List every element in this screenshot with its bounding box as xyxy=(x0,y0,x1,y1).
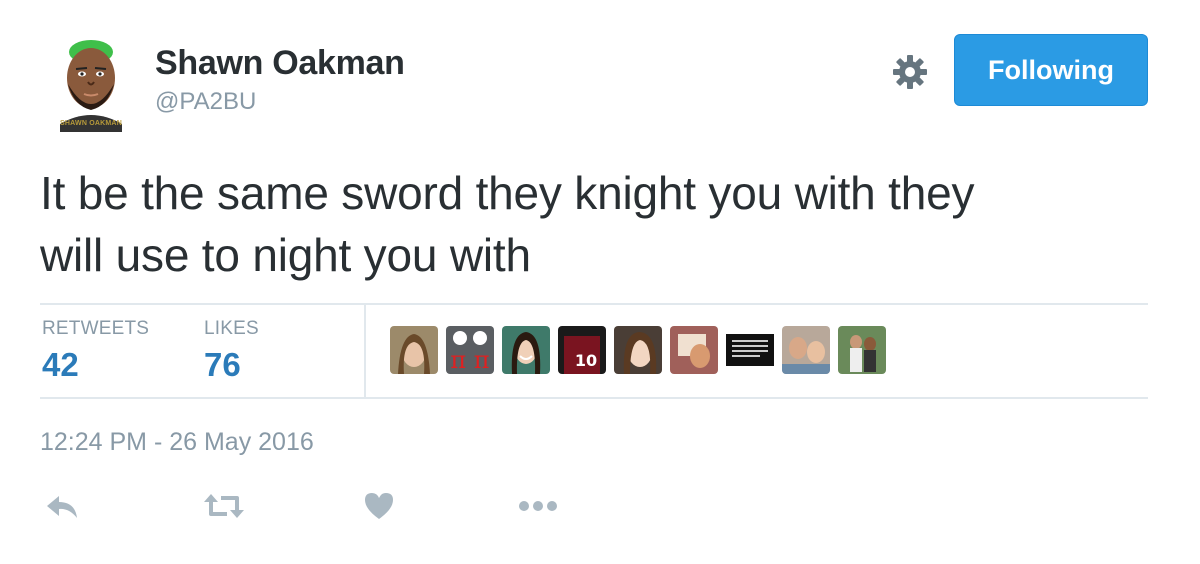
retweets-label: RETWEETS xyxy=(42,318,150,339)
reply-icon[interactable] xyxy=(40,486,84,526)
liker-avatars: π π 10 xyxy=(390,326,886,376)
liker-avatar-7[interactable] xyxy=(726,326,774,374)
liker-avatar-2[interactable]: π π xyxy=(446,326,494,374)
liker-avatar-4-text: 10 xyxy=(575,351,597,370)
likes-count[interactable]: 76 xyxy=(204,346,259,384)
liker-avatar-8[interactable] xyxy=(782,326,830,374)
like-icon[interactable] xyxy=(357,486,401,526)
tweet-text-line-1: It be the same sword they knight you wit… xyxy=(40,167,975,219)
divider xyxy=(40,303,1148,305)
gear-icon[interactable] xyxy=(890,52,930,92)
tweet-timestamp[interactable]: 12:24 PM - 26 May 2016 xyxy=(40,428,314,457)
likes-label: LIKES xyxy=(204,318,259,339)
liker-avatar-9[interactable] xyxy=(838,326,886,374)
liker-avatar-4[interactable]: 10 xyxy=(558,326,606,374)
user-avatar[interactable]: SHAWN OAKMAN xyxy=(46,32,136,132)
user-display-name[interactable]: Shawn Oakman xyxy=(155,44,405,83)
retweet-icon[interactable] xyxy=(202,486,246,526)
avatar-caption: SHAWN OAKMAN xyxy=(60,120,122,127)
divider xyxy=(40,397,1148,399)
liker-avatar-3[interactable] xyxy=(502,326,550,374)
liker-avatar-6[interactable] xyxy=(670,326,718,374)
retweets-count[interactable]: 42 xyxy=(42,346,149,384)
following-button[interactable]: Following xyxy=(954,34,1148,106)
tweet-text-line-2: will use to night you with xyxy=(40,229,531,281)
liker-avatar-1[interactable] xyxy=(390,326,438,374)
user-handle[interactable]: @PA2BU xyxy=(155,88,256,116)
stats-divider xyxy=(364,304,366,398)
liker-avatar-5[interactable] xyxy=(614,326,662,374)
liker-avatar-2-text: π π xyxy=(450,346,489,374)
likes-stat[interactable]: LIKES 76 xyxy=(204,318,259,384)
tweet-text: It be the same sword they knight you wit… xyxy=(40,162,1150,286)
retweets-stat[interactable]: RETWEETS 42 xyxy=(42,318,149,384)
more-icon[interactable] xyxy=(516,486,560,526)
